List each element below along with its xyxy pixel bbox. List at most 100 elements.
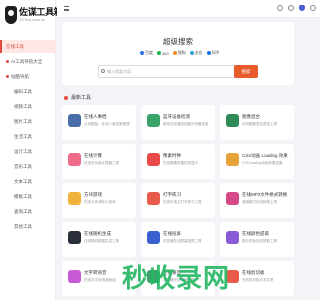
tool-title: 蓝牙设备检测 (163, 114, 190, 119)
tool-card[interactable]: 方块游戏 在线方块消除小游戏 (62, 183, 136, 218)
tool-description: 图片颜色在线提取工具 (242, 239, 277, 243)
engine-icon (189, 51, 194, 55)
tool-title: 在线投屏 (163, 231, 181, 236)
tool-card[interactable]: 在线颜色提取 图片颜色在线提取工具 (220, 222, 294, 257)
sidebar-item[interactable]: 设计工具 (0, 145, 56, 158)
tool-card[interactable]: 在线计算在线多功能计算器工具 (62, 144, 136, 179)
sidebar-item-label: 设计工具 (14, 148, 32, 154)
sidebar-item-label: 编码工具 (14, 88, 32, 94)
site-logo[interactable]: 佐谋工具箱 ZZTool.com.cn (5, 5, 63, 29)
search-panel: 超级搜索 百度 360 搜狗 必应 知乎 输入搜索内容... 搜索 (62, 22, 294, 85)
sidebar-item[interactable]: 查询工具 (0, 205, 56, 218)
sidebar-item[interactable]: 其他工具 (0, 220, 56, 233)
section-title: 最新工具 (71, 95, 92, 101)
favorite-icon[interactable] (299, 5, 305, 11)
settings-icon[interactable] (310, 5, 316, 11)
sidebar-item[interactable]: 文本工具 (0, 175, 56, 188)
tool-card[interactable]: 在线投屏浏览器在线屏幕投屏工具 (141, 222, 215, 257)
engine-icon (140, 51, 144, 55)
top-bar-icons (277, 5, 316, 11)
tool-description: 公司模板，在线人事档案管理 (84, 122, 130, 126)
search-icon[interactable] (277, 5, 283, 11)
sidebar-dot-icon (6, 60, 9, 63)
engine-label: 必应 (194, 50, 203, 55)
tool-title: CSS动画 Loading 效果 (242, 153, 288, 158)
tool-description: 在线多功能计算器工具 (84, 161, 119, 165)
sidebar-dot-icon (6, 75, 9, 78)
engine-label: 360 (162, 50, 169, 56)
tool-icon (147, 192, 160, 205)
menu-icon[interactable] (64, 6, 69, 11)
tool-title: 图像混合 (242, 114, 260, 119)
sidebar-nav: 在线工具 AI工具导航大全 站酷导航编码工具视频工具图片工具生活工具设计工具音乐工具… (0, 40, 56, 235)
engine-label: 搜狗 (177, 50, 186, 55)
search-button[interactable]: 搜索 (234, 65, 258, 78)
tool-card[interactable]: 蓝牙设备检测使用浏览器检测蓝牙设备信息 (141, 105, 215, 140)
search-placeholder: 输入搜索内容... (107, 69, 135, 74)
tool-title: 打字练习 (163, 192, 181, 197)
search-engine-tab[interactable]: 必应 (189, 50, 203, 56)
tool-card[interactable]: 在线人事档 公司模板，在线人事档案管理 (62, 105, 136, 140)
sidebar-item-label: 其他工具 (14, 223, 32, 229)
sidebar-item[interactable]: 视频工具 (0, 100, 56, 113)
sidebar-item[interactable]: 模板工具 (0, 190, 56, 203)
top-bar (57, 0, 320, 18)
tool-icon (147, 231, 160, 244)
tool-icon (226, 192, 239, 205)
sidebar-item-label: 在线工具 (6, 43, 24, 49)
logo-subtitle: ZZTool.com.cn (19, 17, 46, 22)
engine-icon (206, 51, 211, 55)
sidebar-item-label: 视频工具 (14, 103, 32, 109)
user-icon[interactable] (288, 5, 294, 11)
tool-card[interactable]: 在线剪切板 在线剪切板文本共享 (220, 261, 294, 296)
sidebar-item[interactable]: AI工具导航大全 (0, 55, 56, 68)
tool-description: 在线随机数据生成工具 (84, 239, 119, 243)
sidebar-item[interactable]: 生活工具 (0, 130, 56, 143)
tool-card[interactable]: 像素时钟 在线像素风格时钟显示 (141, 144, 215, 179)
tool-card[interactable]: 在线随机生成在线随机数据生成工具 (62, 222, 136, 257)
sidebar-item-label: 文本工具 (14, 178, 32, 184)
search-engine-tab[interactable]: 360 (157, 50, 169, 56)
tool-card[interactable]: 在线MP3文件格式转换 音频格式在线转换工具 (220, 183, 294, 218)
engine-label: 知乎 (211, 50, 220, 55)
tool-title: 在线MP3文件格式转换 (242, 192, 288, 197)
sidebar-item-label: 音乐工具 (14, 163, 32, 169)
tool-title: 在线计算 (84, 153, 102, 158)
tool-icon (147, 153, 160, 166)
sidebar-item-label: 生活工具 (14, 133, 32, 139)
tool-description: 在线图像混合叠加工具 (242, 122, 277, 126)
search-engine-tab[interactable]: 百度 (140, 50, 153, 56)
tool-icon (68, 114, 81, 127)
sidebar-item[interactable]: 图片工具 (0, 115, 56, 128)
tool-title: 在线随机生成 (84, 231, 111, 236)
tool-icon (226, 153, 239, 166)
sidebar-item-label: 图片工具 (14, 118, 32, 124)
tool-icon (147, 114, 160, 127)
sidebar-item[interactable]: 编码工具 (0, 85, 56, 98)
sidebar-item[interactable]: 在线工具 (0, 40, 56, 53)
tool-card[interactable]: 图像混合在线图像混合叠加工具 (220, 105, 294, 140)
section-dot-icon (64, 95, 68, 100)
sidebar-item[interactable]: 站酷导航 (0, 70, 56, 83)
sidebar: 佐谋工具箱 ZZTool.com.cn 在线工具 AI工具导航大全 站酷导航编码工具… (0, 0, 63, 300)
sidebar-item-label: 模板工具 (14, 193, 32, 199)
search-engine-tab[interactable]: 搜狗 (172, 50, 186, 56)
tool-description: 使用浏览器检测蓝牙设备信息 (163, 122, 209, 126)
search-lens-icon (101, 69, 105, 73)
tool-card[interactable]: CSS动画 Loading 效果 CSS loading动画效果合集 (220, 144, 294, 179)
search-engine-tab[interactable]: 知乎 (206, 50, 220, 56)
tool-icon (68, 153, 81, 166)
tool-icon (68, 270, 81, 283)
tool-card[interactable]: 打字练习 在线中英文打字练习工具 (141, 183, 215, 218)
sidebar-item[interactable]: 音乐工具 (0, 160, 56, 173)
tool-description: 在线剪切板文本共享 (242, 278, 274, 282)
search-title: 超级搜索 (163, 37, 193, 46)
tool-icon (226, 231, 239, 244)
tool-description: CSS loading动画效果合集 (242, 161, 283, 165)
engine-icon (157, 51, 161, 55)
tool-icon (68, 231, 81, 244)
engine-icon (172, 51, 177, 55)
tool-description: 音频格式在线转换工具 (242, 200, 277, 204)
tool-description: 浏览器在线屏幕投屏工具 (163, 239, 202, 243)
engine-label: 百度 (145, 50, 153, 55)
